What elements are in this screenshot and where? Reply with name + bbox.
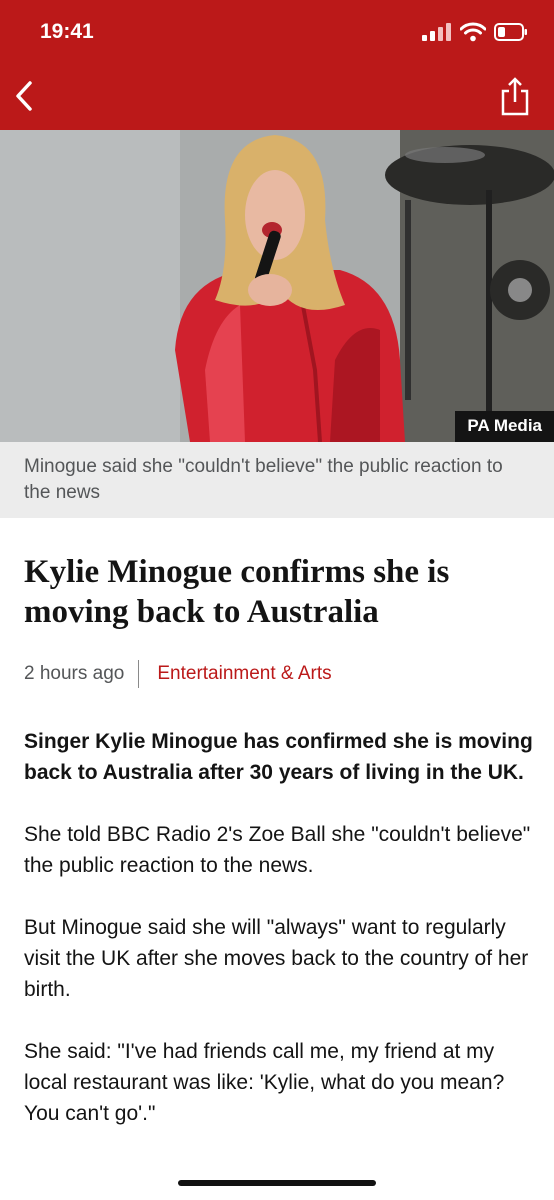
signal-icon xyxy=(422,23,451,41)
battery-icon xyxy=(494,23,527,41)
body-paragraph: But Minogue said she will "always" want … xyxy=(24,916,529,1001)
caption-area: Minogue said she "couldn't believe" the … xyxy=(0,442,554,518)
article-timestamp: 2 hours ago xyxy=(24,663,125,684)
section-link[interactable]: Entertainment & Arts xyxy=(157,663,331,685)
article-meta: 2 hours ago Entertainment & Arts xyxy=(24,660,332,688)
wifi-icon xyxy=(460,22,486,42)
home-indicator[interactable] xyxy=(178,1180,376,1186)
lead-paragraph: Singer Kylie Minogue has confirmed she i… xyxy=(24,730,533,784)
meta-divider xyxy=(138,660,140,688)
singer-photo xyxy=(0,130,554,442)
hero-image: PA Media xyxy=(0,130,554,442)
back-button[interactable] xyxy=(10,78,40,114)
article-body: Singer Kylie Minogue has confirmed she i… xyxy=(24,726,534,1160)
app-header: 19:41 xyxy=(0,0,554,130)
image-caption: Minogue said she "couldn't believe" the … xyxy=(24,456,503,503)
chevron-left-icon xyxy=(16,81,32,111)
status-icons xyxy=(422,22,528,42)
share-icon xyxy=(501,77,529,116)
share-button[interactable] xyxy=(500,76,530,116)
article-headline: Kylie Minogue confirms she is moving bac… xyxy=(24,554,450,630)
status-time: 19:41 xyxy=(40,20,94,43)
image-credit: PA Media xyxy=(455,411,554,442)
body-paragraph: She told BBC Radio 2's Zoe Ball she "cou… xyxy=(24,823,531,877)
body-paragraph: She said: "I've had friends call me, my … xyxy=(24,1040,505,1125)
